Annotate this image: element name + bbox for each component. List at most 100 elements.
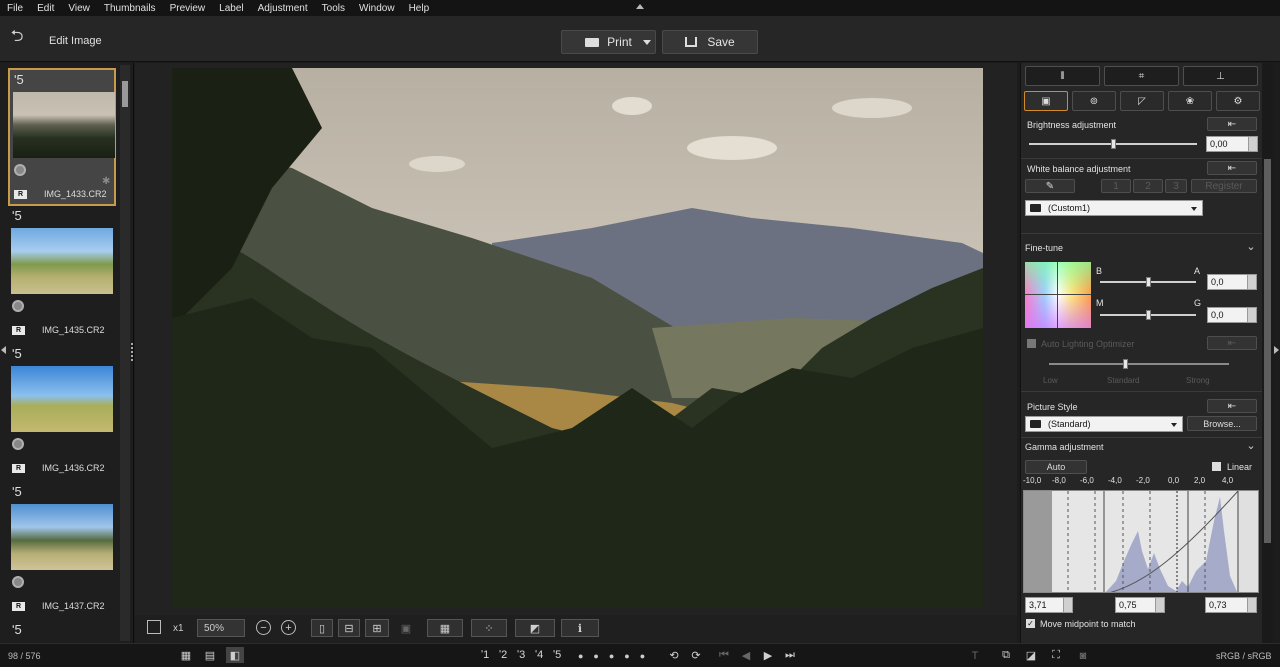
af-points-icon[interactable]: ⁘ — [471, 619, 507, 637]
menu-preview[interactable]: Preview — [163, 3, 213, 14]
grid-icon[interactable]: ▦ — [427, 619, 463, 637]
scrollbar-thumb[interactable] — [122, 81, 128, 107]
first-image-icon[interactable]: ⏮ — [716, 648, 732, 662]
mg-slider-knob[interactable] — [1146, 310, 1151, 320]
list-view-icon[interactable]: ▤ — [202, 648, 218, 662]
brightness-slider[interactable] — [1029, 139, 1197, 149]
menu-view[interactable]: View — [61, 3, 97, 14]
picture-style-select[interactable]: (Standard) — [1025, 416, 1183, 432]
menu-thumbnails[interactable]: Thumbnails — [97, 3, 163, 14]
auto-lighting-slider-knob[interactable] — [1123, 359, 1128, 369]
back-icon[interactable]: ⮌ — [6, 28, 28, 48]
resize-handle[interactable] — [131, 343, 134, 361]
brightness-spinner[interactable] — [1248, 137, 1257, 151]
white-balance-select[interactable]: (Custom1) — [1025, 200, 1203, 216]
histogram-icon[interactable]: ◪ — [1022, 648, 1040, 663]
thumbnail-scrollbar[interactable] — [120, 65, 130, 641]
single-view-icon[interactable]: ▯ — [311, 619, 333, 637]
move-midpoint-checkbox[interactable]: ✓ — [1026, 619, 1035, 628]
fit-screen-icon[interactable] — [147, 620, 161, 634]
sync-view-icon[interactable]: ▣ — [396, 619, 416, 637]
rating-filter-5[interactable]: ʹ5 — [553, 649, 561, 661]
white-balance-reset-button[interactable]: ⇤ — [1207, 161, 1257, 175]
menu-window[interactable]: Window — [352, 3, 402, 14]
wb-slot-1-button[interactable]: 1 — [1101, 179, 1131, 193]
wb-slot-3-button[interactable]: 3 — [1165, 179, 1187, 193]
gamma-black-spinner[interactable] — [1063, 598, 1072, 612]
compare-view-icon[interactable]: ⊟ — [338, 619, 360, 637]
mg-spinner[interactable] — [1247, 308, 1256, 322]
split-view-icon[interactable]: ⊞ — [365, 619, 389, 637]
print-button[interactable]: Print — [561, 30, 656, 54]
panel-scrollbar[interactable] — [1262, 63, 1273, 643]
tab-crop[interactable]: ⌗ — [1104, 66, 1179, 86]
brightness-slider-knob[interactable] — [1111, 139, 1116, 149]
tab-settings[interactable]: ⚙ — [1216, 91, 1260, 111]
menu-file[interactable]: File — [0, 3, 30, 14]
thumbnail-item[interactable]: ʹ5 R IMG_1437.CR2 — [8, 482, 116, 620]
gamma-mid-field[interactable]: 0,75 — [1115, 597, 1165, 613]
thumbnail-item[interactable]: ʹ5 R IMG_1435.CR2 — [8, 206, 116, 344]
tab-basic-adjust[interactable]: ⫴ — [1025, 66, 1100, 86]
tab-color[interactable]: ❀ — [1168, 91, 1212, 111]
collapse-chevron-icon[interactable]: ⌄ — [1245, 240, 1257, 253]
preview-image[interactable] — [172, 68, 983, 608]
auto-lighting-reset-button[interactable]: ⇤ — [1207, 336, 1257, 350]
rating-filter-3[interactable]: ʹ3 — [517, 649, 525, 661]
ba-slider[interactable] — [1100, 277, 1196, 287]
thumbnail-item[interactable]: ʹ5 R IMG_1433.CR2 ✱ — [8, 68, 116, 206]
gamma-histogram[interactable] — [1023, 490, 1259, 593]
save-button[interactable]: Save — [662, 30, 758, 54]
auto-lighting-slider[interactable] — [1049, 359, 1229, 369]
color-label-dots[interactable]: ●●●●● — [578, 651, 655, 661]
gamma-white-spinner[interactable] — [1247, 598, 1256, 612]
wb-register-button[interactable]: Register — [1191, 179, 1257, 193]
scrollbar-thumb[interactable] — [1264, 159, 1271, 543]
rating-filter-4[interactable]: ʹ4 — [535, 649, 543, 661]
eyedropper-button[interactable]: ✎ — [1025, 179, 1075, 193]
picture-style-reset-button[interactable]: ⇤ — [1207, 399, 1257, 413]
browse-button[interactable]: Browse... — [1187, 416, 1257, 431]
last-image-icon[interactable]: ⏭ — [782, 648, 798, 662]
auto-lighting-checkbox[interactable] — [1027, 339, 1036, 348]
color-wheel-picker[interactable] — [1025, 262, 1091, 328]
menu-label[interactable]: Label — [212, 3, 250, 14]
mg-value-field[interactable]: 0,0 — [1207, 307, 1257, 323]
text-tool-icon[interactable]: T — [966, 648, 984, 663]
linear-checkbox[interactable] — [1212, 462, 1221, 471]
thumbnail-item[interactable]: ʹ5 — [8, 620, 116, 640]
fullscreen-icon[interactable]: ⛶ — [1048, 648, 1064, 663]
chevron-down-icon[interactable] — [643, 40, 651, 45]
next-image-icon[interactable]: ▶ — [760, 648, 776, 662]
highlight-warning-icon[interactable]: ◩ — [515, 619, 555, 637]
gamma-auto-button[interactable]: Auto — [1025, 460, 1087, 474]
ba-value-field[interactable]: 0,0 — [1207, 274, 1257, 290]
zoom-select[interactable]: 50% — [197, 619, 245, 637]
zoom-prefix[interactable]: x1 — [173, 623, 184, 634]
ba-slider-knob[interactable] — [1146, 277, 1151, 287]
tab-stamp[interactable]: ⊥ — [1183, 66, 1258, 86]
rating-filter-2[interactable]: ʹ2 — [499, 649, 507, 661]
rating-filter-1[interactable]: ʹ1 — [481, 649, 489, 661]
collapse-chevron-icon[interactable]: ⌄ — [1245, 439, 1257, 452]
collapse-thumbs-icon[interactable] — [1, 346, 6, 354]
rotate-right-icon[interactable]: ⟳ — [688, 648, 704, 662]
collapse-toolbar-icon[interactable] — [636, 4, 644, 9]
mg-slider[interactable] — [1100, 310, 1196, 320]
tab-tone-curve[interactable]: ◸ — [1120, 91, 1164, 111]
wb-slot-2-button[interactable]: 2 — [1133, 179, 1163, 193]
zoom-in-icon[interactable]: + — [281, 620, 296, 635]
zoom-out-icon[interactable]: − — [256, 620, 271, 635]
thumbnail-item[interactable]: ʹ5 R IMG_1436.CR2 — [8, 344, 116, 482]
brightness-reset-button[interactable]: ⇤ — [1207, 117, 1257, 131]
gamma-black-field[interactable]: 3,71 — [1025, 597, 1073, 613]
camera-icon[interactable]: ◙ — [1074, 648, 1092, 663]
preview-view-icon[interactable]: ◧ — [226, 647, 244, 663]
thumbnail-view-icon[interactable]: ▦ — [178, 648, 194, 662]
tab-detail[interactable]: ⊚ — [1072, 91, 1116, 111]
gamma-mid-spinner[interactable] — [1155, 598, 1164, 612]
prev-image-icon[interactable]: ◀ — [738, 648, 754, 662]
menu-edit[interactable]: Edit — [30, 3, 61, 14]
compare-icon[interactable]: ⧉ — [998, 648, 1014, 663]
gamma-white-field[interactable]: 0,73 — [1205, 597, 1257, 613]
